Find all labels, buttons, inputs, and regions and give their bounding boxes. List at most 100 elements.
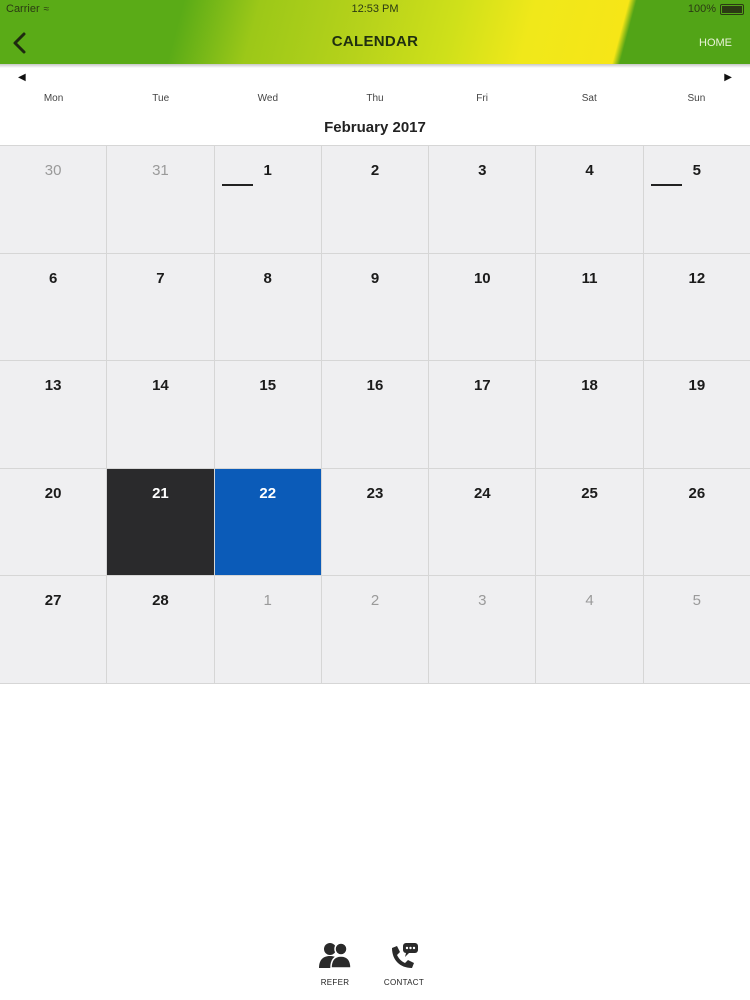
event-marker xyxy=(221,184,253,186)
day-cell-today[interactable]: 21 xyxy=(107,468,214,576)
day-number: 2 xyxy=(370,162,380,179)
day-number: 20 xyxy=(44,484,62,502)
day-cell[interactable]: 13 xyxy=(0,361,107,468)
status-time: 12:53 PM xyxy=(351,3,399,15)
day-number: 12 xyxy=(688,269,706,287)
day-number: 27 xyxy=(44,592,62,610)
day-cell[interactable]: 14 xyxy=(107,361,214,468)
day-number: 31 xyxy=(152,162,169,179)
day-cell[interactable]: 5 xyxy=(643,576,750,683)
day-cell-selected[interactable]: 22 xyxy=(214,468,321,576)
day-number: 4 xyxy=(585,592,594,610)
day-number: 25 xyxy=(581,484,598,502)
day-cell[interactable]: 4 xyxy=(536,146,643,253)
day-number: 1 xyxy=(263,162,272,179)
day-number: 9 xyxy=(370,269,380,287)
day-cell[interactable]: 26 xyxy=(643,468,750,576)
day-cell[interactable]: 19 xyxy=(643,361,750,468)
day-cell[interactable]: 18 xyxy=(536,361,643,468)
day-cell[interactable]: 1 xyxy=(214,146,321,253)
day-cell[interactable]: 9 xyxy=(321,253,429,361)
day-cell[interactable]: 5 xyxy=(643,146,750,253)
home-button[interactable]: HOME xyxy=(699,37,732,49)
day-number: 28 xyxy=(152,592,169,610)
day-number: 22 xyxy=(259,484,277,502)
day-cell[interactable]: 30 xyxy=(0,146,107,253)
day-cell[interactable]: 2 xyxy=(321,146,429,253)
day-cell[interactable]: 6 xyxy=(0,253,107,361)
day-number: 26 xyxy=(688,484,706,502)
day-cell[interactable]: 31 xyxy=(107,146,214,253)
day-number: 4 xyxy=(585,162,594,179)
day-number: 21 xyxy=(152,484,169,502)
day-cell[interactable]: 2 xyxy=(321,576,429,683)
day-cell[interactable]: 16 xyxy=(321,361,429,468)
day-cell[interactable]: 7 xyxy=(107,253,214,361)
page-title: CALENDAR xyxy=(331,33,419,50)
weekday-header: Mon Tue Wed Thu Fri Sat Sun xyxy=(0,93,750,107)
battery-icon xyxy=(720,4,744,15)
next-month-button[interactable]: ▶ xyxy=(724,72,732,83)
day-cell[interactable]: 3 xyxy=(429,146,536,253)
day-cell[interactable]: 12 xyxy=(643,253,750,361)
day-number: 6 xyxy=(48,269,58,287)
day-cell[interactable]: 17 xyxy=(429,361,536,468)
day-number: 5 xyxy=(692,592,702,610)
day-cell[interactable]: 15 xyxy=(214,361,321,468)
weekday-label: Wed xyxy=(257,93,279,104)
day-number: 24 xyxy=(473,484,491,502)
weekday-label: Tue xyxy=(152,93,170,104)
day-cell[interactable]: 27 xyxy=(0,576,107,683)
month-title: February 2017 xyxy=(324,119,426,136)
day-number: 8 xyxy=(263,269,272,287)
day-number: 30 xyxy=(44,162,62,179)
triangle-left-icon: ◀ xyxy=(18,72,26,83)
day-number: 1 xyxy=(263,592,272,610)
day-number: 5 xyxy=(692,162,702,179)
day-number: 15 xyxy=(259,377,277,395)
day-number: 16 xyxy=(366,377,384,395)
battery-percent: 100% xyxy=(687,3,716,15)
triangle-right-icon: ▶ xyxy=(724,72,732,83)
day-number: 3 xyxy=(478,162,487,179)
app-header: Carrier ≈ 12:53 PM 100% CALENDAR HOME xyxy=(0,0,750,68)
phone-chat-icon xyxy=(392,943,418,968)
refer-tab-label: REFER xyxy=(320,978,350,987)
prev-month-button[interactable]: ◀ xyxy=(18,72,26,83)
day-cell[interactable]: 8 xyxy=(214,253,321,361)
day-number: 14 xyxy=(152,377,169,395)
contact-tab[interactable]: CONTACT xyxy=(374,940,434,987)
day-cell[interactable]: 24 xyxy=(429,468,536,576)
day-number: 10 xyxy=(473,269,491,287)
day-number: 11 xyxy=(581,269,598,287)
day-cell[interactable]: 3 xyxy=(429,576,536,683)
status-bar: Carrier ≈ 12:53 PM 100% xyxy=(0,0,750,20)
people-icon xyxy=(319,942,352,969)
day-number: 17 xyxy=(473,377,491,395)
day-cell[interactable]: 1 xyxy=(214,576,321,683)
day-number: 3 xyxy=(478,592,487,610)
weekday-label: Fri xyxy=(476,93,488,104)
day-cell[interactable]: 10 xyxy=(429,253,536,361)
day-number: 13 xyxy=(44,377,62,395)
day-cell[interactable]: 28 xyxy=(107,576,214,683)
bottom-tab-bar: REFER CONTACT xyxy=(0,940,750,1000)
contact-tab-label: CONTACT xyxy=(383,978,425,987)
weekday-label: Mon xyxy=(43,93,64,104)
day-number: 23 xyxy=(366,484,384,502)
day-cell[interactable]: 20 xyxy=(0,468,107,576)
day-number: 19 xyxy=(688,377,706,395)
weekday-label: Sun xyxy=(687,93,706,104)
day-cell[interactable]: 4 xyxy=(536,576,643,683)
refer-tab[interactable]: REFER xyxy=(305,940,365,987)
calendar-grid: 30 31 1 2 3 4 5 6 7 8 9 10 11 12 13 14 15 16 17 18 19 20 21 22 2… xyxy=(0,145,750,684)
event-marker xyxy=(650,184,682,186)
weekday-label: Sat xyxy=(581,93,597,104)
day-number: 18 xyxy=(581,377,598,395)
weekday-label: Thu xyxy=(366,93,384,104)
day-cell[interactable]: 23 xyxy=(321,468,429,576)
day-number: 7 xyxy=(156,269,165,287)
day-cell[interactable]: 25 xyxy=(536,468,643,576)
day-cell[interactable]: 11 xyxy=(536,253,643,361)
day-number: 2 xyxy=(370,592,380,610)
